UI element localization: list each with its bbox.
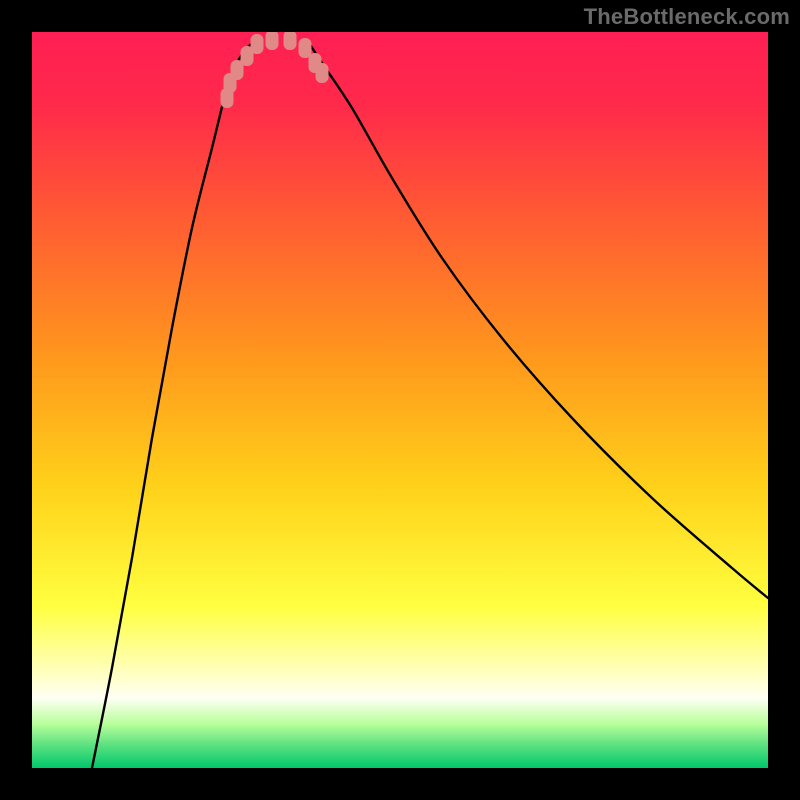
threshold-marker [299, 38, 312, 58]
chart-svg [32, 32, 768, 768]
threshold-marker [284, 32, 297, 50]
plot-area [32, 32, 768, 768]
threshold-marker [266, 32, 279, 50]
threshold-marker [251, 34, 264, 54]
gradient-background [32, 32, 768, 768]
watermark-text: TheBottleneck.com [584, 4, 790, 30]
threshold-marker [316, 63, 329, 83]
chart-frame: TheBottleneck.com [0, 0, 800, 800]
